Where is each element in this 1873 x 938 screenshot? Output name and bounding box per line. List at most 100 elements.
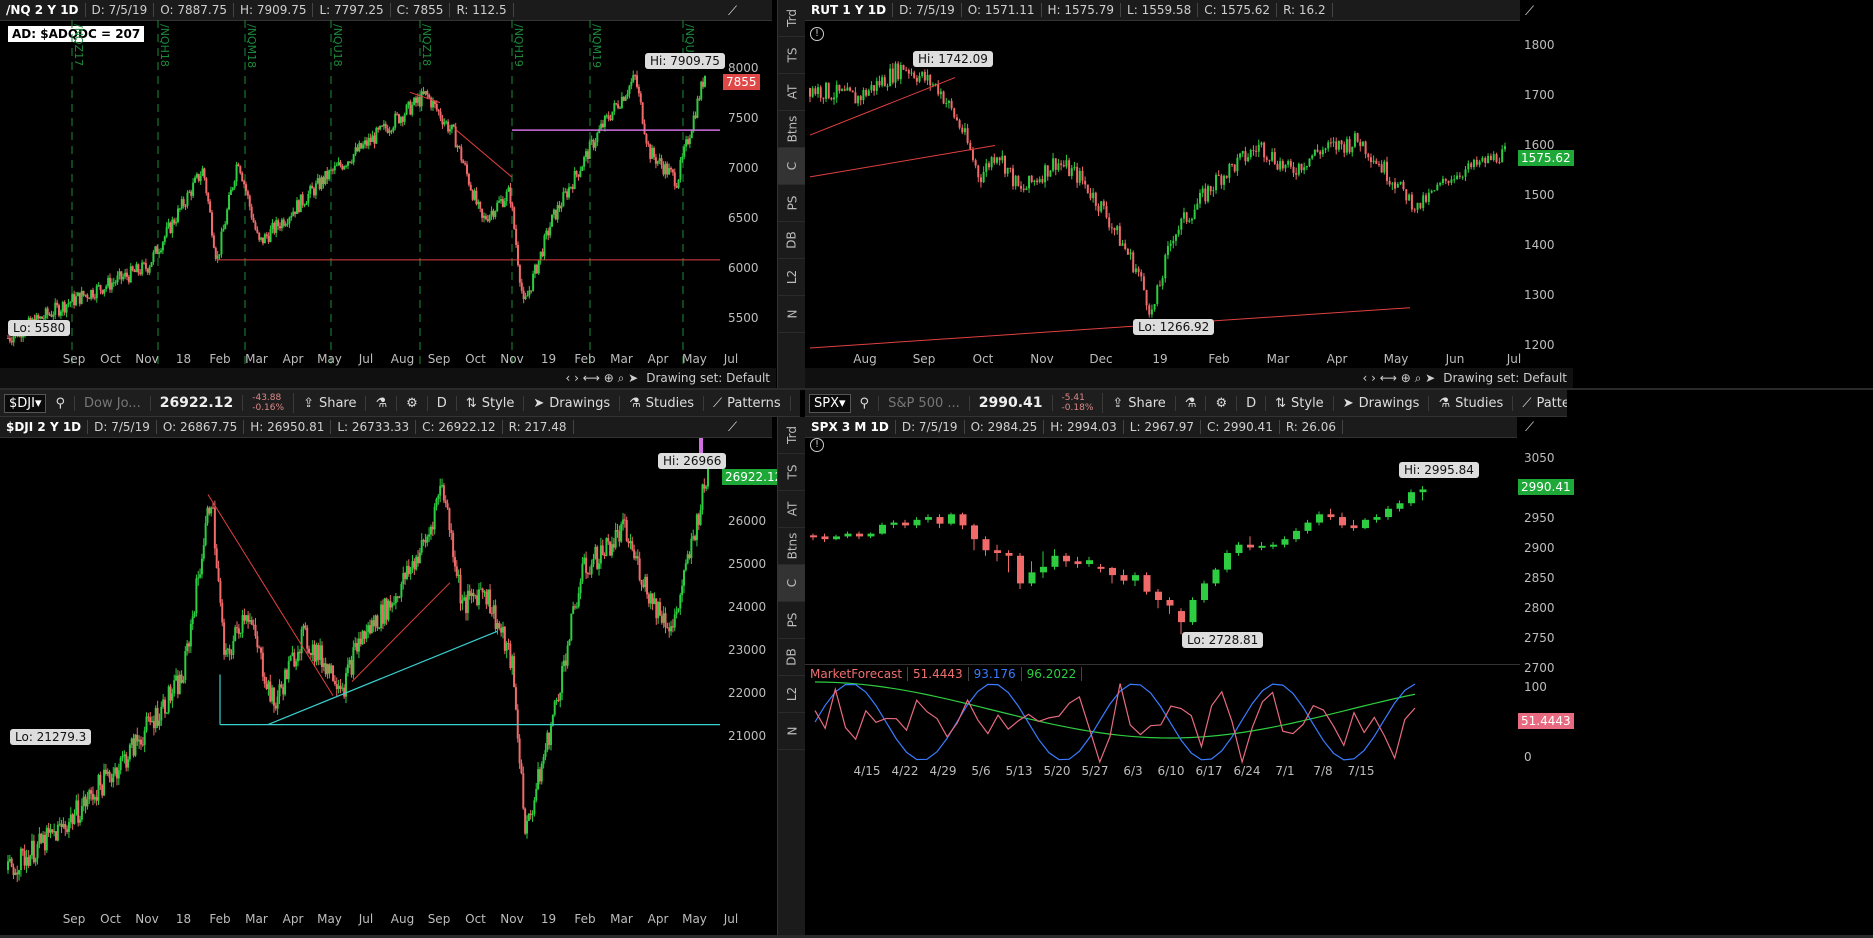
spx-share-button[interactable]: ⇪ Share: [1103, 395, 1176, 411]
nq-price-plot[interactable]: /NQZ17/NQH18/NQM18/NQU18/NQZ18/NQH19/NQM…: [0, 20, 776, 386]
candle: [277, 220, 280, 227]
gear-icon[interactable]: ⚙: [397, 395, 428, 411]
link-icon[interactable]: ⚲: [851, 395, 880, 411]
rut-drawing-set[interactable]: Drawing set: Default: [1443, 371, 1567, 385]
dji-chart-pane[interactable]: $DJI ▾ ⚲ Dow Jo... 26922.12 -43.88 -0.16% …: [0, 390, 806, 938]
nq-y-axis: 8000 7500 7000 6500 6000 5500: [722, 20, 772, 350]
spx-symbol-input[interactable]: SPX ▾: [809, 393, 851, 413]
candle: [237, 164, 240, 167]
candle: [684, 563, 687, 571]
candle: [1049, 170, 1052, 177]
candle: [596, 546, 599, 569]
nq-symbol[interactable]: /NQ 2 Y 1D: [0, 3, 86, 17]
candle: [481, 588, 484, 593]
candle: [233, 181, 236, 188]
spx-period-button[interactable]: D: [1237, 395, 1267, 411]
side-tab-ts[interactable]: TS: [778, 37, 806, 74]
nq-nav-icons[interactable]: ‹ › ⟷ ⊕ ⌕ ➤: [566, 371, 639, 386]
spx-price-plot[interactable]: [805, 438, 1873, 938]
candle: [199, 574, 202, 578]
candle: [1316, 149, 1319, 152]
side-tab-ps[interactable]: PS: [778, 602, 806, 639]
gear-icon[interactable]: ⚙: [1206, 395, 1238, 411]
candle: [875, 81, 878, 91]
spx-chart-pane[interactable]: SPX ▾ ⚲ S&P 500 ... 2990.41 -5.41 -0.18% ⇪…: [805, 390, 1873, 935]
candle: [1001, 155, 1004, 161]
candle: [445, 121, 448, 123]
candle: [138, 739, 141, 742]
rut-nav-icons[interactable]: ‹ › ⟷ ⊕ ⌕ ➤: [1363, 371, 1436, 386]
rut-symbol[interactable]: RUT 1 Y 1D: [805, 3, 894, 17]
candle: [688, 138, 691, 144]
side-tab-db[interactable]: DB: [778, 639, 806, 676]
candle: [490, 210, 493, 216]
spx-study-name[interactable]: MarketForecast: [805, 667, 909, 681]
flask-icon[interactable]: ⚗: [1176, 395, 1207, 411]
dji-symbol[interactable]: $DJI 2 Y 1D: [0, 420, 89, 434]
candle: [681, 156, 684, 161]
side-tab-n[interactable]: N: [778, 296, 806, 333]
candle: [985, 163, 988, 172]
dji-style-icon[interactable]: ⟋: [728, 420, 737, 435]
nq-chart-pane[interactable]: /NQ 2 Y 1D D: 7/5/19 O: 7887.75 H: 7909.…: [0, 0, 806, 388]
side-tab-ts[interactable]: TS: [778, 454, 806, 491]
candle: [214, 247, 217, 259]
menu-icon[interactable]: ☰: [791, 396, 801, 411]
side-tab-btns[interactable]: Btns: [778, 111, 806, 148]
side-tab-ps[interactable]: PS: [778, 185, 806, 222]
side-tab-db[interactable]: DB: [778, 222, 806, 259]
y-tick-label: 1800: [1524, 38, 1555, 52]
dji-style-button[interactable]: ⇅ Style: [457, 395, 525, 411]
spx-patterns-button[interactable]: ⟋Patterns: [1513, 396, 1567, 411]
link-icon[interactable]: ⚲: [46, 395, 76, 411]
spx-symbol[interactable]: SPX 3 M 1D: [805, 420, 896, 434]
dropdown-icon[interactable]: ▾: [35, 396, 42, 411]
dji-period-button[interactable]: D: [428, 395, 457, 411]
candle: [343, 687, 346, 697]
nq-drawing-set[interactable]: Drawing set: Default: [646, 371, 770, 385]
y-tick-label: 2900: [1524, 541, 1555, 555]
candle: [1233, 164, 1236, 172]
side-tab-l2[interactable]: L2: [778, 259, 806, 296]
candle: [524, 296, 527, 299]
candle: [561, 666, 564, 693]
side-tab-c[interactable]: C: [778, 148, 806, 185]
side-tab-l2[interactable]: L2: [778, 676, 806, 713]
side-tab-trd[interactable]: Trd: [778, 0, 806, 37]
candle: [867, 90, 870, 96]
dji-symbol-input[interactable]: $DJI ▾: [4, 393, 47, 413]
side-tab-btns[interactable]: Btns: [778, 528, 806, 565]
spx-style-button[interactable]: ⇅ Style: [1266, 395, 1334, 411]
candle: [239, 632, 242, 634]
rut-price-plot[interactable]: [805, 20, 1873, 386]
candle: [1419, 489, 1427, 493]
candle: [696, 98, 699, 118]
spx-studies-button[interactable]: ⚗ Studies: [1429, 395, 1514, 411]
spx-drawings-button[interactable]: ➤ Drawings: [1334, 395, 1430, 411]
dji-drawings-button[interactable]: ➤ Drawings: [524, 395, 621, 411]
candle: [222, 229, 225, 232]
side-tab-at[interactable]: AT: [778, 74, 806, 111]
side-tab-at[interactable]: AT: [778, 491, 806, 528]
dji-patterns-button[interactable]: ⟋ Patterns: [704, 395, 791, 411]
rut-style-icon[interactable]: ⟋: [1525, 4, 1534, 19]
dji-price-plot[interactable]: [0, 438, 776, 938]
dji-studies-button[interactable]: ⚗ Studies: [620, 395, 705, 411]
dropdown-icon[interactable]: ▾: [839, 396, 846, 411]
dji-share-button[interactable]: ⇪ Share: [294, 395, 367, 411]
candle: [1051, 555, 1059, 567]
candle: [883, 77, 886, 87]
spx-style-icon[interactable]: ⟋: [1525, 420, 1534, 435]
candle: [54, 302, 57, 316]
flask-icon[interactable]: ⚗: [366, 395, 398, 411]
dji-description: Dow Jo...: [75, 395, 151, 411]
side-tab-n[interactable]: N: [778, 713, 806, 750]
rut-chart-pane[interactable]: RUT 1 Y 1D D: 7/5/19 O: 1571.11 H: 1575.…: [805, 0, 1873, 388]
spx-lo-label: Lo: 2728.81: [1182, 632, 1264, 648]
side-tab-trd[interactable]: Trd: [778, 417, 806, 454]
side-tab-c[interactable]: C: [778, 565, 806, 602]
nq-style-icon[interactable]: ⟋: [728, 4, 737, 19]
candle: [1156, 285, 1159, 304]
candle: [1225, 175, 1228, 178]
rut-date: D: 7/5/19: [893, 3, 962, 17]
